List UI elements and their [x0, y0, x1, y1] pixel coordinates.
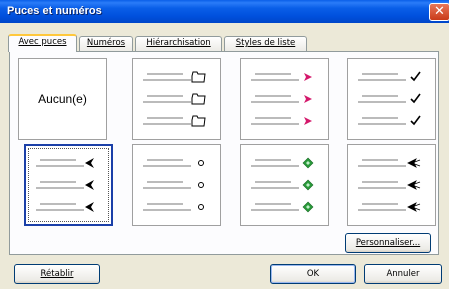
window-title: Puces et numéros: [7, 5, 102, 17]
reset-label: Rétablir: [40, 269, 74, 279]
tab-label: Avec puces: [18, 37, 67, 47]
tab-label: Styles de liste: [235, 38, 296, 48]
bullet-style-folder[interactable]: [132, 58, 221, 140]
bullet-style-circle[interactable]: [132, 144, 221, 226]
bullets-numbering-dialog: Puces et numéros ✕ Avec puces Numéros Hi…: [0, 0, 449, 289]
diamond-icon: [251, 157, 314, 213]
tab-label: Hiérarchisation: [146, 38, 211, 48]
ok-label: OK: [306, 269, 320, 279]
bullet-style-arrow[interactable]: [347, 144, 436, 226]
tab-styles-de-liste[interactable]: Styles de liste: [224, 36, 307, 51]
customize-label: Personnaliser...: [355, 238, 421, 248]
cancel-button[interactable]: Annuler: [364, 264, 442, 284]
arrowhead-icon: [251, 73, 312, 125]
reset-button[interactable]: Rétablir: [14, 264, 100, 284]
tab-avec-puces[interactable]: Avec puces: [8, 34, 77, 52]
folder-icon: [143, 71, 206, 127]
bullet-style-checkmark[interactable]: [347, 58, 436, 140]
customize-button[interactable]: Personnaliser...: [345, 233, 431, 253]
checkmark-icon: [358, 71, 421, 126]
ok-button[interactable]: OK: [270, 264, 356, 284]
tab-panel: Aucun(e) Personnaliser...: [9, 51, 439, 255]
arrowhead-left-icon: [36, 158, 94, 212]
bullet-style-none[interactable]: Aucun(e): [18, 58, 107, 140]
tab-hierarchisation[interactable]: Hiérarchisation: [135, 36, 222, 51]
circle-icon: [143, 159, 204, 211]
bullet-style-diamond[interactable]: [240, 144, 329, 226]
cancel-label: Annuler: [386, 269, 420, 279]
none-label: Aucun(e): [38, 92, 87, 106]
bullet-style-arrowhead[interactable]: [240, 58, 329, 140]
close-button[interactable]: ✕: [429, 3, 449, 21]
title-bar[interactable]: Puces et numéros ✕: [0, 0, 449, 23]
arrow-icon: [358, 158, 421, 212]
bullet-style-arrowhead-left[interactable]: [24, 144, 113, 226]
tab-numeros[interactable]: Numéros: [79, 36, 133, 51]
tab-label: Numéros: [86, 38, 126, 48]
